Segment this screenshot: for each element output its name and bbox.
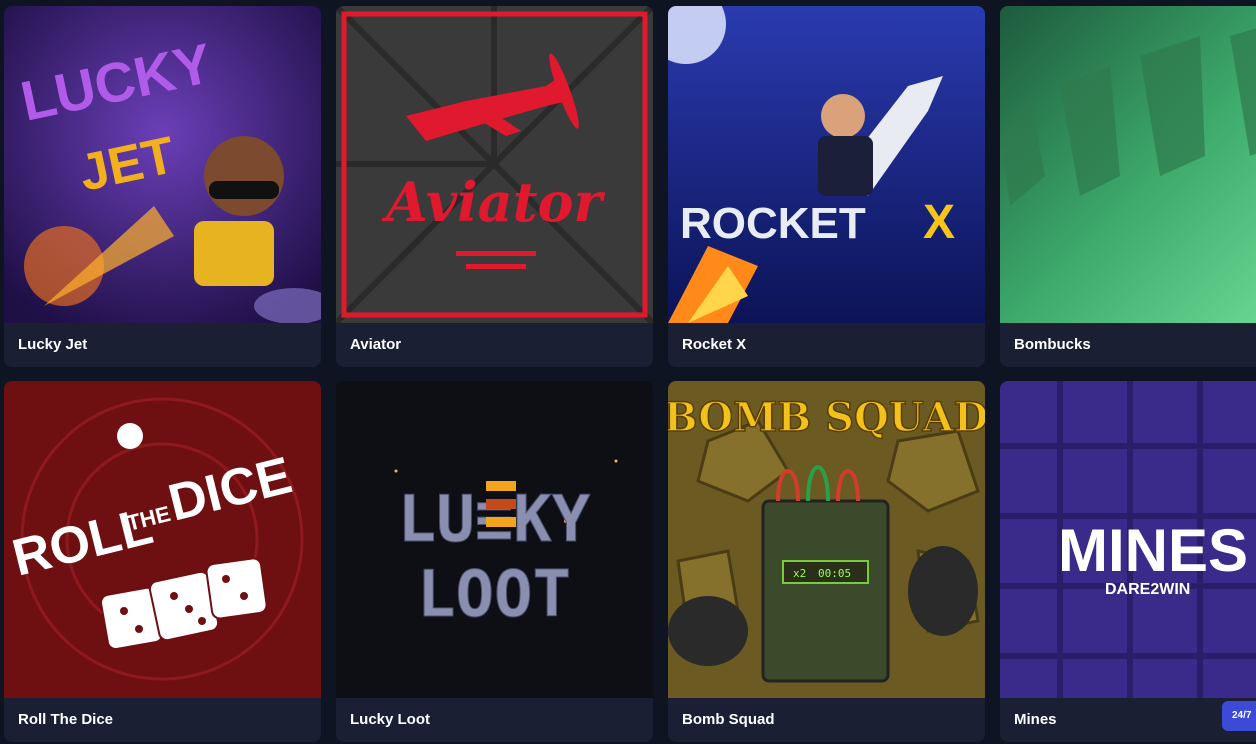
game-thumbnail[interactable]: ROCKET X <box>668 6 985 323</box>
game-title[interactable]: Mines <box>1000 698 1256 742</box>
game-thumbnail[interactable]: LUCKY JET <box>4 6 321 323</box>
game-card-bomb-squad[interactable]: BOMB SQUAD x2 00:05 Bomb Squad <box>668 381 985 742</box>
mines-logo-sub: DARE2WIN <box>1105 581 1190 598</box>
game-card-rocket-x[interactable]: ROCKET X Rocket X <box>668 6 985 367</box>
game-card-aviator[interactable]: Aviator Aviator <box>336 6 653 367</box>
bomb-timer-multiplier: x2 <box>793 567 806 580</box>
game-card-lucky-jet[interactable]: LUCKY JET Lucky Jet <box>4 6 321 367</box>
support-chat-button[interactable]: 24/7 <box>1222 701 1256 731</box>
games-grid: LUCKY JET Lucky Jet Aviator Aviator ROCK… <box>4 6 1256 742</box>
rocket-x-logo-rocket: ROCKET <box>680 199 866 248</box>
game-title[interactable]: Bomb Squad <box>668 698 985 742</box>
game-thumbnail[interactable]: BOMB SQUAD x2 00:05 <box>668 381 985 698</box>
game-card-mines[interactable]: MINES DARE2WIN Mines <box>1000 381 1256 742</box>
game-card-roll-the-dice[interactable]: ROLL THE DICE Roll The Dice <box>4 381 321 742</box>
game-card-bombucks[interactable]: Bombucks <box>1000 6 1256 367</box>
bomb-timer: 00:05 <box>818 567 851 580</box>
game-title[interactable]: Lucky Jet <box>4 323 321 367</box>
game-thumbnail[interactable]: Aviator <box>336 6 653 323</box>
game-title[interactable]: Bombucks <box>1000 323 1256 367</box>
game-thumbnail[interactable]: MINES DARE2WIN <box>1000 381 1256 698</box>
game-thumbnail[interactable]: LU≡KY LOOT <box>336 381 653 698</box>
aviator-logo: Aviator <box>381 170 606 234</box>
game-title[interactable]: Lucky Loot <box>336 698 653 742</box>
game-title[interactable]: Aviator <box>336 323 653 367</box>
game-card-lucky-loot[interactable]: LU≡KY LOOT Lucky Loot <box>336 381 653 742</box>
game-title[interactable]: Roll The Dice <box>4 698 321 742</box>
lucky-loot-logo-line2: LOOT <box>417 558 571 632</box>
game-thumbnail[interactable] <box>1000 6 1256 323</box>
game-title[interactable]: Rocket X <box>668 323 985 367</box>
mines-logo: MINES <box>1058 517 1248 584</box>
rocket-x-logo-x: X <box>923 196 955 249</box>
bomb-squad-logo: BOMB SQUAD <box>668 394 985 441</box>
game-thumbnail[interactable]: ROLL THE DICE <box>4 381 321 698</box>
